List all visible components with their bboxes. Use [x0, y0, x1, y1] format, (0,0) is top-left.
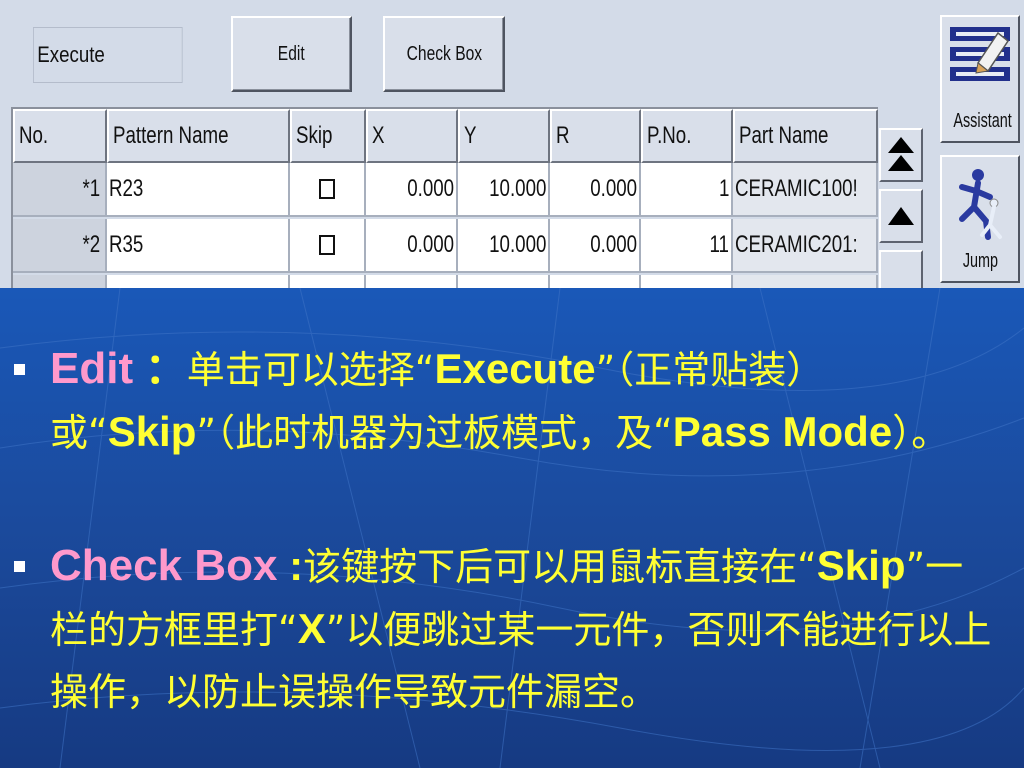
row-number: *2 [13, 219, 107, 273]
bullet-text: ”（此时机器为过板模式，及“ [196, 411, 673, 455]
y-cell[interactable] [458, 275, 550, 288]
p-no-cell[interactable] [641, 275, 733, 288]
bullet-text: ）。 [892, 411, 950, 455]
bullet-emphasis: Skip [816, 542, 906, 589]
edit-button-label: Edit [278, 42, 305, 65]
part-name-cell[interactable]: CERAMIC201: [733, 219, 878, 273]
table-row[interactable]: *2 R35 0.000 10.000 0.000 11 CERAMIC201: [13, 219, 878, 275]
r-cell[interactable] [550, 275, 641, 288]
mode-field: Execute [33, 27, 183, 83]
skip-cell [290, 219, 366, 273]
column-header-part-name: Part Name [733, 109, 878, 163]
pattern-name-cell[interactable] [107, 275, 290, 288]
part-name-cell[interactable] [733, 275, 878, 288]
column-header-no: No. [13, 109, 107, 163]
scroll-down-button[interactable] [879, 250, 923, 288]
column-header-y: Y [458, 109, 550, 163]
pattern-table: No. Pattern Name Skip X Y R P.No. Part N… [11, 107, 878, 288]
bullet-colon: ： [133, 345, 187, 392]
assistant-label: Assistant [953, 110, 1012, 132]
table-row[interactable] [13, 275, 878, 288]
running-man-icon [959, 169, 1002, 240]
scroll-up-button[interactable] [879, 189, 923, 243]
x-cell[interactable]: 0.000 [366, 163, 458, 217]
bullet-emphasis: Pass Mode [672, 408, 893, 455]
part-name-cell[interactable]: CERAMIC100! [733, 163, 878, 217]
scroll-top-button[interactable] [879, 128, 923, 182]
skip-checkbox[interactable] [319, 235, 335, 255]
skip-checkbox[interactable] [319, 179, 335, 199]
check-box-button[interactable]: Check Box [383, 16, 505, 92]
skip-cell [290, 275, 366, 288]
assistant-icon [950, 27, 1010, 81]
bullet-square-icon [14, 561, 25, 572]
jump-button[interactable]: Jump [940, 155, 1020, 283]
bullet-emphasis: X [297, 605, 326, 652]
bullet-edit: Edit ：单击可以选择“Execute”（正常贴装）或“Skip”（此时机器为… [14, 338, 1000, 464]
placement-program-panel: Execute Edit Check Box No. Pattern Name … [0, 0, 1024, 288]
bullet-keyword: Check Box [50, 541, 278, 590]
slide-content: Edit ：单击可以选择“Execute”（正常贴装）或“Skip”（此时机器为… [0, 288, 1024, 768]
table-row[interactable]: *1 R23 0.000 10.000 0.000 1 CERAMIC100! [13, 163, 878, 219]
column-header-skip: Skip [290, 109, 366, 163]
x-cell[interactable]: 0.000 [366, 219, 458, 273]
column-header-pattern-name: Pattern Name [107, 109, 290, 163]
column-header-x: X [366, 109, 458, 163]
edit-button[interactable]: Edit [231, 16, 352, 92]
x-cell[interactable] [366, 275, 458, 288]
p-no-cell[interactable]: 11 [641, 219, 733, 273]
jump-label: Jump [962, 250, 998, 272]
bullet-text: 单击可以选择“ [186, 348, 435, 392]
bullet-colon: : [277, 542, 304, 589]
check-box-button-label: Check Box [406, 42, 482, 65]
bullet-check-box: Check Box :该键按下后可以用鼠标直接在“Skip”一栏的方框里打“X”… [14, 535, 1000, 723]
bullet-keyword: Edit [50, 344, 134, 393]
r-cell[interactable]: 0.000 [550, 163, 641, 217]
row-number: *1 [13, 163, 107, 217]
column-header-p-no: P.No. [641, 109, 733, 163]
up-arrow-icon [888, 207, 914, 225]
row-number [13, 275, 107, 288]
column-header-r: R [550, 109, 641, 163]
bullet-square-icon [14, 364, 25, 375]
r-cell[interactable]: 0.000 [550, 219, 641, 273]
y-cell[interactable]: 10.000 [458, 163, 550, 217]
bullet-emphasis: Execute [434, 345, 596, 392]
p-no-cell[interactable]: 1 [641, 163, 733, 217]
skip-cell [290, 163, 366, 217]
pattern-name-cell[interactable]: R23 [107, 163, 290, 217]
y-cell[interactable]: 10.000 [458, 219, 550, 273]
pattern-name-cell[interactable]: R35 [107, 219, 290, 273]
bullet-text: 该键按下后可以用鼠标直接在“ [303, 545, 817, 589]
bullet-emphasis: Skip [107, 408, 197, 455]
assistant-button[interactable]: Assistant [940, 15, 1020, 143]
double-up-arrow-icon [888, 137, 914, 171]
table-header-row: No. Pattern Name Skip X Y R P.No. Part N… [13, 109, 878, 165]
